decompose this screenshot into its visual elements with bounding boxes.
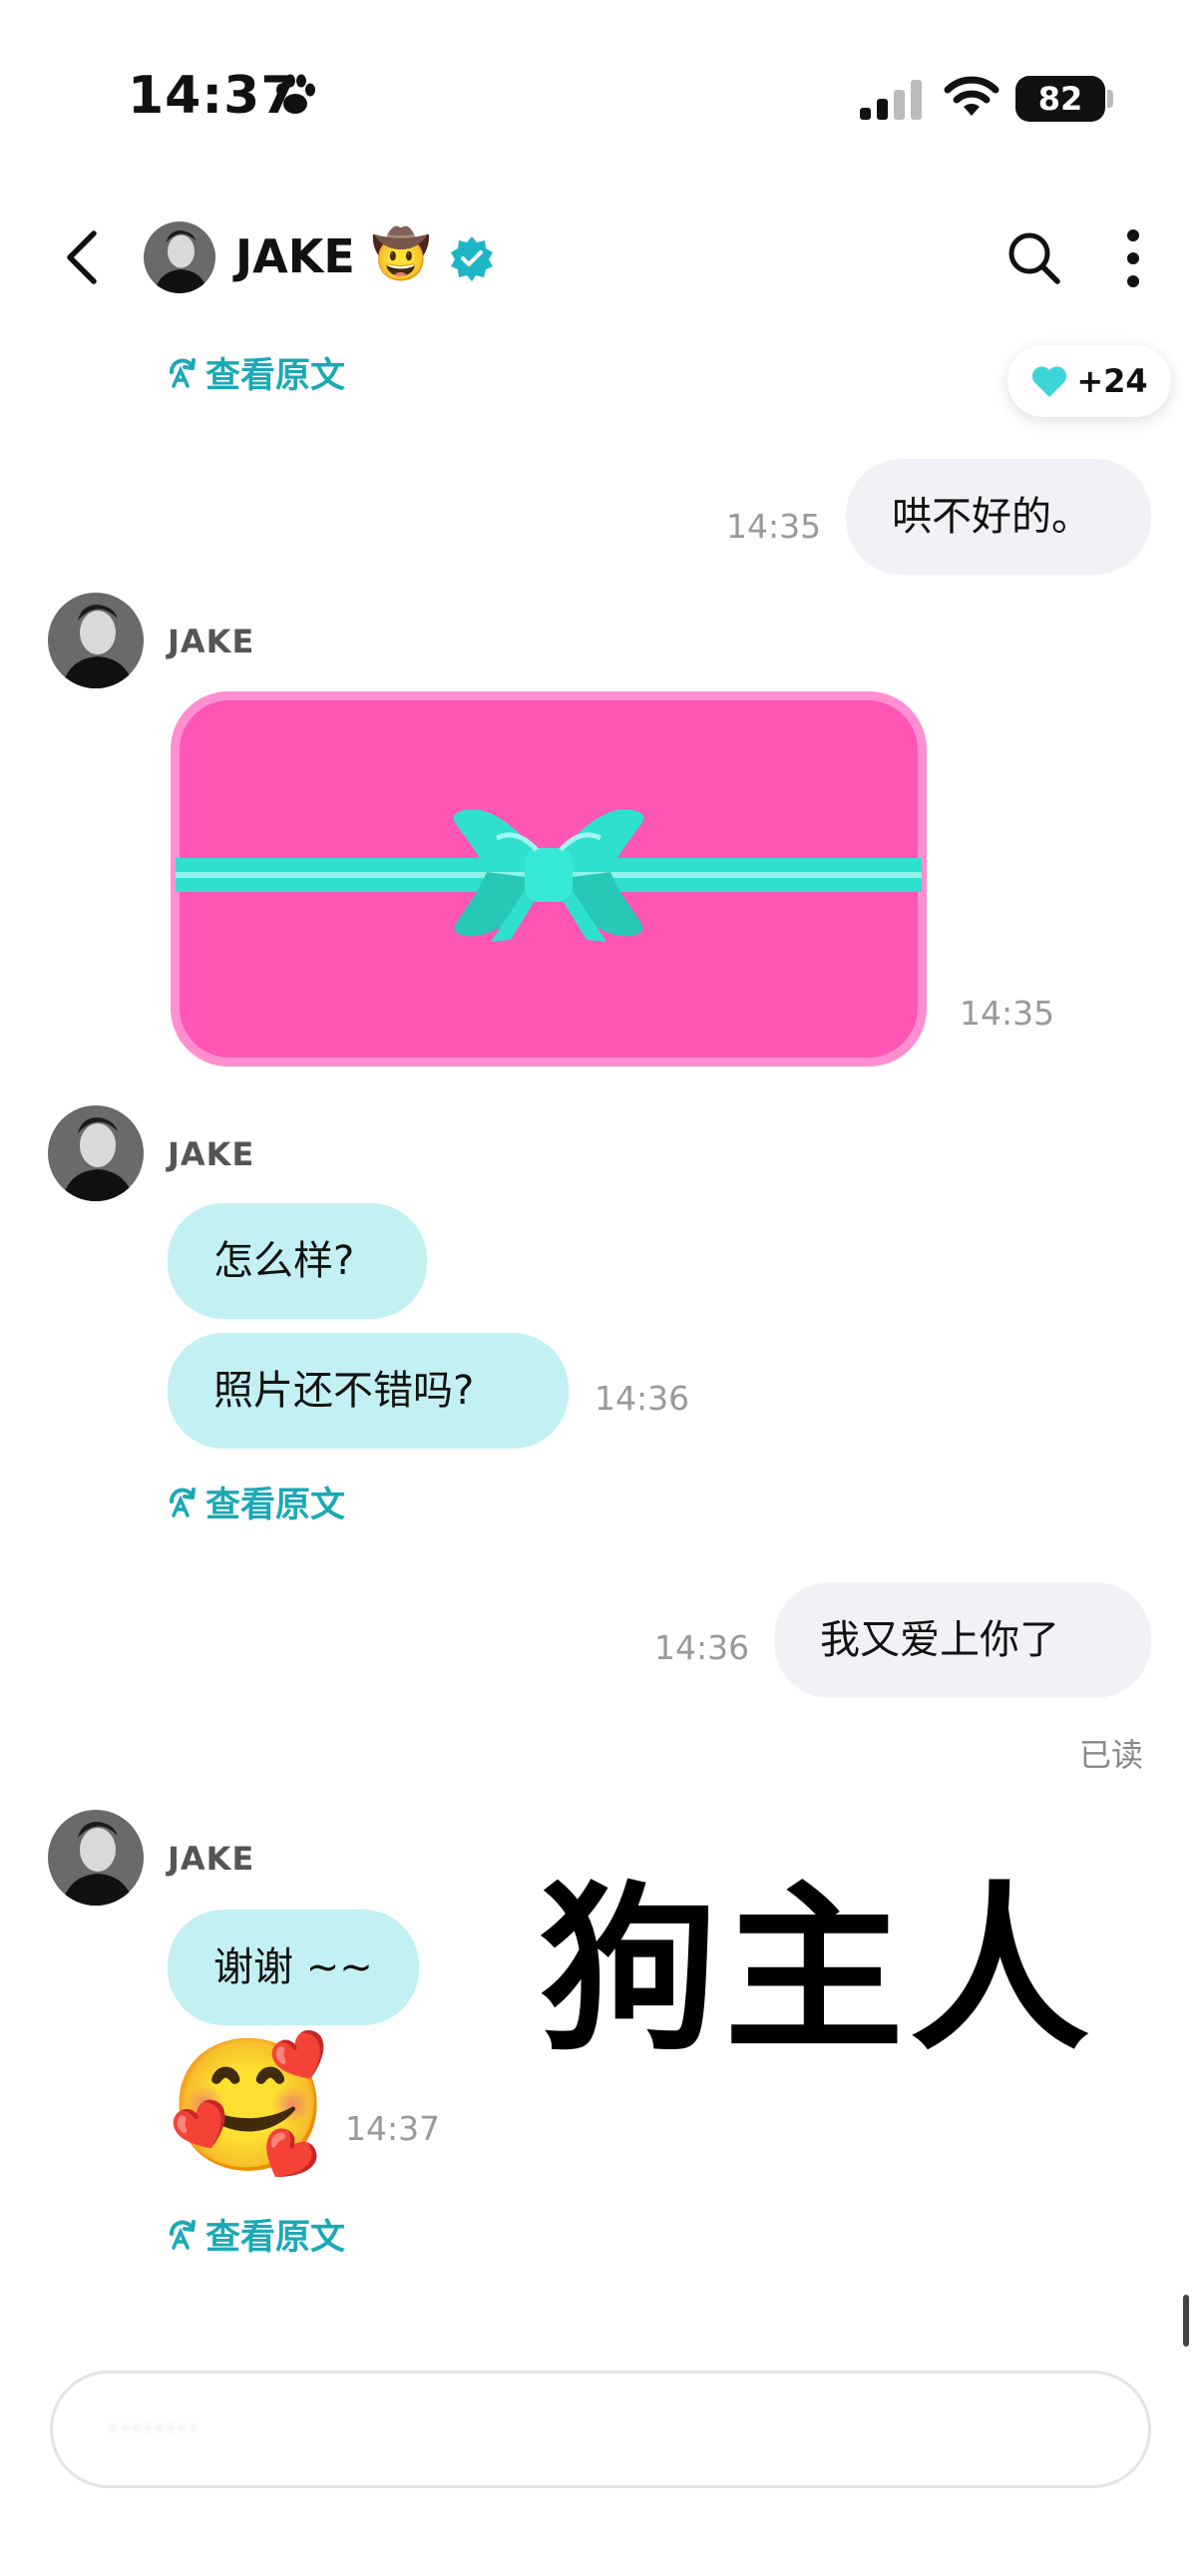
message-time: 14:35 [726,507,822,546]
translate-icon [170,1487,196,1517]
reaction-count: +24 [1076,362,1148,400]
view-original-label: 查看原文 [205,356,346,396]
read-receipt: 已读 [1079,1736,1144,1774]
message-bubble-incoming[interactable]: 怎么样? [168,1203,427,1319]
battery-tip [1107,90,1113,108]
message-input[interactable] [50,2370,1151,2488]
gift-box-image[interactable] [168,688,930,1070]
sender-name: JAKE [168,623,255,660]
message-bubble-incoming[interactable]: 照片还不错吗? [168,1333,569,1449]
view-original-link[interactable]: 查看原文 [166,1477,345,1527]
translate-icon [170,2219,196,2250]
view-original-link[interactable]: 查看原文 [166,347,345,398]
message-time: 14:36 [654,1628,750,1667]
message-bubble-incoming[interactable]: 谢谢 ~~ [168,1910,419,2025]
verified-badge-icon [451,236,493,281]
heart-icon [1032,366,1067,397]
wifi-icon [944,76,1000,116]
overlay-caption: 狗主人 [539,1867,1096,2075]
cellular-signal-icon [860,80,922,120]
sender-avatar[interactable] [48,593,144,688]
sender-name: JAKE [168,1840,255,1878]
battery-indicator: 82 [1015,76,1105,122]
view-original-label: 查看原文 [205,1486,346,1525]
cowboy-emoji: 🤠 [371,226,431,282]
translate-icon [170,357,196,388]
smiling-hearts-emoji[interactable]: 🥰 [168,2035,329,2175]
message-time: 14:36 [595,1379,690,1418]
search-icon[interactable] [1003,227,1063,287]
scrollbar[interactable] [1183,2295,1189,2347]
sender-name: JAKE [168,1135,255,1173]
message-time: 14:35 [960,994,1055,1033]
message-bubble-outgoing[interactable]: 我又爱上你了 [774,1582,1151,1698]
paw-icon [276,74,315,114]
header-avatar[interactable] [144,221,215,293]
more-options-icon[interactable] [1121,227,1145,289]
back-arrow-icon[interactable] [60,227,104,287]
view-original-label: 查看原文 [205,2218,346,2258]
sender-avatar[interactable] [48,1105,144,1201]
view-original-link[interactable]: 查看原文 [166,2209,345,2260]
sender-avatar[interactable] [48,1810,144,1906]
message-bubble-outgoing[interactable]: 哄不好的。 [846,459,1151,575]
message-time: 14:37 [345,2109,441,2148]
contact-name[interactable]: JAKE [235,229,355,283]
reaction-counter[interactable]: +24 [1007,345,1171,417]
message-input-text: ········ [108,2408,200,2449]
